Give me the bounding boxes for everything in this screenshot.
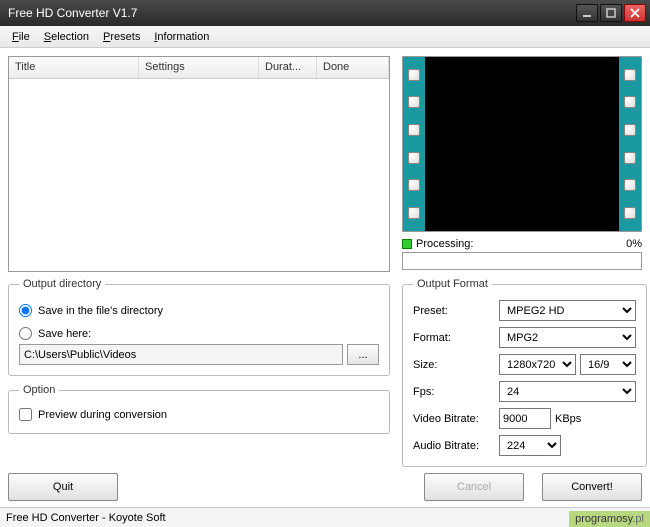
- browse-button[interactable]: ...: [347, 344, 379, 365]
- preset-select[interactable]: MPEG2 HD: [499, 300, 636, 321]
- preset-label: Preset:: [413, 305, 493, 317]
- size-select[interactable]: 1280x720: [499, 354, 576, 375]
- watermark: programosy.pl: [569, 511, 650, 527]
- window-title: Free HD Converter V1.7: [8, 6, 576, 20]
- progress-bar: [402, 252, 642, 270]
- output-path-input[interactable]: [19, 344, 343, 365]
- video-bitrate-input[interactable]: [499, 408, 551, 429]
- radio-save-here-label: Save here:: [38, 328, 91, 340]
- minimize-button[interactable]: [576, 4, 598, 22]
- cancel-button[interactable]: Cancel: [424, 473, 524, 501]
- processing-label: Processing:: [416, 238, 473, 250]
- size-label: Size:: [413, 359, 493, 371]
- preview-checkbox[interactable]: [19, 408, 32, 421]
- preview-checkbox-label: Preview during conversion: [38, 409, 167, 421]
- quit-button[interactable]: Quit: [8, 473, 118, 501]
- close-button[interactable]: [624, 4, 646, 22]
- convert-button[interactable]: Convert!: [542, 473, 642, 501]
- menu-selection[interactable]: Selection: [38, 29, 95, 45]
- output-format-legend: Output Format: [413, 278, 492, 290]
- output-format-group: Output Format Preset: MPEG2 HD Format: M…: [402, 278, 647, 467]
- radio-save-same-dir-label: Save in the file's directory: [38, 305, 163, 317]
- col-duration[interactable]: Durat...: [259, 57, 317, 78]
- output-directory-legend: Output directory: [19, 278, 105, 290]
- format-select[interactable]: MPG2: [499, 327, 636, 348]
- status-text: Free HD Converter - Koyote Soft: [6, 512, 166, 524]
- radio-save-same-dir[interactable]: [19, 304, 32, 317]
- menu-information[interactable]: Information: [148, 29, 215, 45]
- output-directory-group: Output directory Save in the file's dire…: [8, 278, 390, 376]
- status-bar: Free HD Converter - Koyote Soft: [0, 507, 650, 527]
- ratio-select[interactable]: 16/9: [580, 354, 636, 375]
- video-preview: [402, 56, 642, 232]
- filmstrip-right-icon: [619, 57, 641, 231]
- fps-select[interactable]: 24: [499, 381, 636, 402]
- filmstrip-left-icon: [403, 57, 425, 231]
- video-bitrate-label: Video Bitrate:: [413, 413, 493, 425]
- option-group: Option Preview during conversion: [8, 384, 390, 434]
- col-done[interactable]: Done: [317, 57, 389, 78]
- menu-file[interactable]: File: [6, 29, 36, 45]
- menu-presets[interactable]: Presets: [97, 29, 146, 45]
- col-title[interactable]: Title: [9, 57, 139, 78]
- video-bitrate-unit: KBps: [555, 413, 581, 425]
- file-list[interactable]: Title Settings Durat... Done: [8, 56, 390, 272]
- option-legend: Option: [19, 384, 59, 396]
- audio-bitrate-label: Audio Bitrate:: [413, 440, 493, 452]
- titlebar: Free HD Converter V1.7: [0, 0, 650, 26]
- file-list-header: Title Settings Durat... Done: [9, 57, 389, 79]
- maximize-button[interactable]: [600, 4, 622, 22]
- col-settings[interactable]: Settings: [139, 57, 259, 78]
- audio-bitrate-select[interactable]: 224: [499, 435, 561, 456]
- fps-label: Fps:: [413, 386, 493, 398]
- radio-save-here[interactable]: [19, 327, 32, 340]
- processing-led-icon: [402, 239, 412, 249]
- processing-percent: 0%: [626, 238, 642, 250]
- menubar: File Selection Presets Information: [0, 26, 650, 48]
- format-label: Format:: [413, 332, 493, 344]
